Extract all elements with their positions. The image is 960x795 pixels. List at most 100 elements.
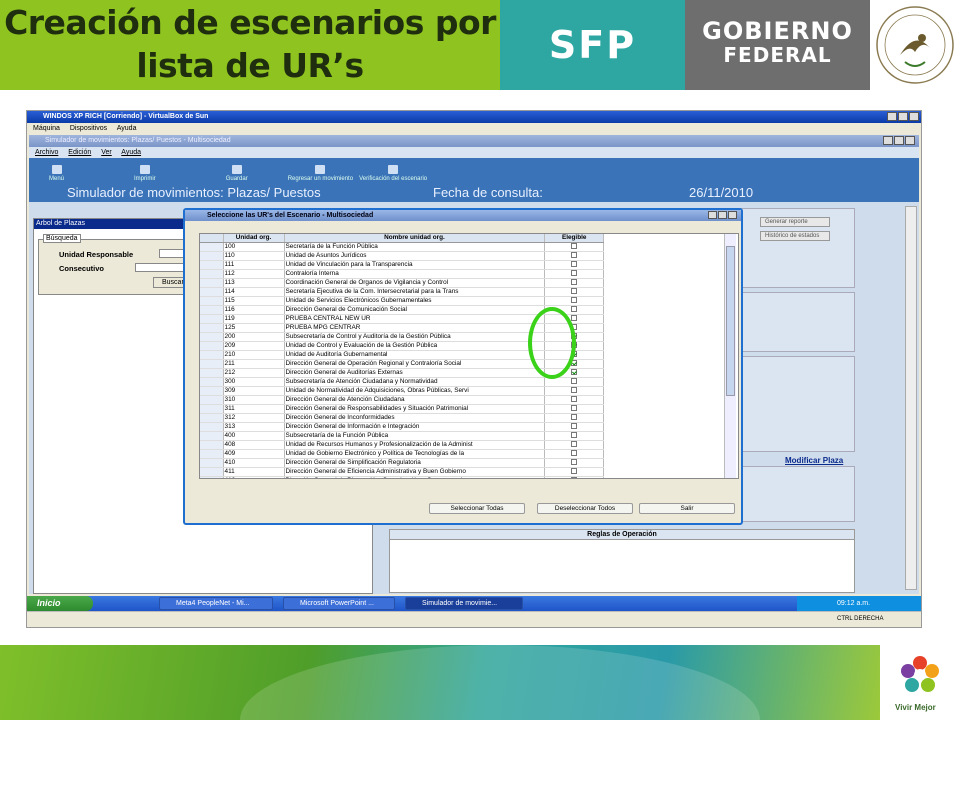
ur-row[interactable]: 111 Unidad de Vinculación para la Transpa… — [200, 260, 604, 271]
row-indicator[interactable] — [200, 413, 224, 424]
elegible-checkbox[interactable] — [571, 297, 578, 304]
ur-row[interactable]: 300 Subsecretaría de Atención Ciudadana y… — [200, 377, 604, 388]
row-indicator[interactable] — [200, 386, 224, 397]
ur-row[interactable]: 311 Dirección General de Responsabilidade… — [200, 404, 604, 415]
elegible-checkbox[interactable] — [571, 405, 578, 412]
row-indicator[interactable] — [200, 269, 224, 280]
row-indicator[interactable] — [200, 332, 224, 343]
row-indicator[interactable] — [200, 404, 224, 415]
row-indicator[interactable] — [200, 278, 224, 289]
elegible-checkbox[interactable] — [571, 396, 578, 403]
row-indicator[interactable] — [200, 458, 224, 469]
select-all-button[interactable]: Seleccionar Todas — [429, 503, 525, 514]
elegible-checkbox[interactable] — [571, 423, 578, 430]
row-indicator[interactable] — [200, 341, 224, 352]
row-indicator[interactable] — [200, 377, 224, 388]
elegible-checkbox[interactable] — [571, 414, 578, 421]
elegible-checkbox[interactable] — [571, 459, 578, 466]
elegible-checkbox[interactable] — [571, 450, 578, 457]
app-minimize-icon[interactable] — [883, 136, 893, 145]
row-indicator[interactable] — [200, 350, 224, 361]
minimize-icon[interactable] — [887, 112, 897, 121]
menu-app-ayuda[interactable]: Ayuda — [121, 149, 141, 156]
toolbar-verify-button[interactable]: Verificación del escenario — [359, 165, 427, 184]
elegible-checkbox[interactable] — [571, 378, 578, 385]
menu-archivo[interactable]: Archivo — [35, 149, 58, 156]
exit-button[interactable]: Salir — [639, 503, 735, 514]
ur-row[interactable]: 410 Dirección General de Simplificación R… — [200, 458, 604, 469]
row-indicator[interactable] — [200, 476, 224, 478]
toolbar-menu-button[interactable]: Menú — [49, 165, 64, 184]
elegible-checkbox[interactable] — [571, 279, 578, 286]
row-indicator[interactable] — [200, 440, 224, 451]
elegible-checkbox[interactable] — [571, 441, 578, 448]
row-indicator[interactable] — [200, 251, 224, 262]
task-powerpoint[interactable]: Microsoft PowerPoint ... — [283, 597, 395, 610]
col-elegible[interactable]: Elegible — [544, 234, 604, 244]
ur-row[interactable]: 114 Secretaría Ejecutiva de la Com. Inter… — [200, 287, 604, 298]
elegible-checkbox[interactable] — [571, 468, 578, 475]
row-indicator[interactable] — [200, 296, 224, 307]
menu-ver[interactable]: Ver — [101, 149, 112, 156]
ur-row[interactable]: 113 Coordinación General de Órganos de Vi… — [200, 278, 604, 289]
task-meta4[interactable]: Meta4 PeopleNet - Mi... — [159, 597, 273, 610]
row-indicator[interactable] — [200, 395, 224, 406]
elegible-checkbox[interactable] — [571, 288, 578, 295]
dialog-minimize-icon[interactable] — [708, 211, 717, 219]
row-indicator[interactable] — [200, 242, 224, 253]
maximize-icon[interactable] — [898, 112, 908, 121]
ur-row[interactable]: 309 Unidad de Normatividad de Adquisicion… — [200, 386, 604, 397]
menu-ayuda[interactable]: Ayuda — [117, 125, 137, 132]
menu-dispositivos[interactable]: Dispositivos — [70, 125, 107, 132]
row-indicator[interactable] — [200, 368, 224, 379]
col-nombre-unidad[interactable]: Nombre unidad org. — [284, 234, 546, 244]
ur-row[interactable]: 400 Subsecretaría de la Función Pública — [200, 431, 604, 442]
close-icon[interactable] — [909, 112, 919, 121]
grid-scrollbar[interactable] — [724, 234, 736, 478]
start-button[interactable]: Inicio — [27, 596, 93, 611]
row-indicator[interactable] — [200, 449, 224, 460]
ur-row[interactable]: 412Dirección General de Planeación, Orga… — [200, 476, 604, 478]
row-indicator[interactable] — [200, 323, 224, 334]
modify-plaza-link[interactable]: Modificar Plaza — [785, 456, 843, 465]
ur-row[interactable]: 100 Secretaría de la Función Pública — [200, 242, 604, 253]
elegible-checkbox[interactable] — [571, 306, 578, 313]
row-indicator[interactable] — [200, 431, 224, 442]
ur-row[interactable]: 313 Dirección General de Información e In… — [200, 422, 604, 433]
toolbar-undo-button[interactable]: Regresar un movimiento — [288, 165, 353, 184]
row-indicator[interactable] — [200, 260, 224, 271]
row-indicator[interactable] — [200, 467, 224, 478]
row-indicator[interactable] — [200, 359, 224, 370]
ur-row[interactable]: 112 Contraloría Interna — [200, 269, 604, 280]
generate-report-button[interactable]: Generar reporte — [760, 217, 830, 227]
row-indicator[interactable] — [200, 422, 224, 433]
col-unidad-org[interactable]: Unidad org. — [223, 234, 285, 244]
elegible-checkbox[interactable] — [571, 270, 578, 277]
ur-row[interactable]: 312 Dirección General de Inconformidades — [200, 413, 604, 424]
toolbar-save-button[interactable]: Guardar — [226, 165, 248, 184]
toolbar-print-button[interactable]: Imprimir — [134, 165, 156, 184]
ur-row[interactable]: 409 Unidad de Gobierno Electrónico y Polí… — [200, 449, 604, 460]
task-simulador[interactable]: Simulador de movimie... — [405, 597, 523, 610]
ur-row[interactable]: 408 Unidad de Recursos Humanos y Profesio… — [200, 440, 604, 451]
elegible-checkbox[interactable] — [571, 369, 578, 376]
elegible-checkbox[interactable] — [571, 387, 578, 394]
elegible-checkbox[interactable] — [571, 261, 578, 268]
elegible-checkbox[interactable] — [571, 243, 578, 250]
grid-scroll-thumb[interactable] — [726, 246, 735, 396]
app-scrollbar[interactable] — [905, 206, 917, 590]
menu-maquina[interactable]: Máquina — [33, 125, 60, 132]
dialog-maximize-icon[interactable] — [718, 211, 727, 219]
ur-row[interactable]: 411 Dirección General de Eficiencia Admin… — [200, 467, 604, 478]
dialog-close-icon[interactable] — [728, 211, 737, 219]
elegible-checkbox[interactable] — [571, 315, 578, 322]
elegible-checkbox[interactable] — [571, 432, 578, 439]
menu-edicion[interactable]: Edición — [68, 149, 91, 156]
deselect-all-button[interactable]: Deseleccionar Todos — [537, 503, 633, 514]
app-close-icon[interactable] — [905, 136, 915, 145]
ur-row[interactable]: 115 Unidad de Servicios Electrónicos Gube… — [200, 296, 604, 307]
row-indicator[interactable] — [200, 305, 224, 316]
status-history-button[interactable]: Histórico de estados — [760, 231, 830, 241]
elegible-checkbox[interactable] — [571, 252, 578, 259]
ur-row[interactable]: 110 Unidad de Asuntos Jurídicos — [200, 251, 604, 262]
